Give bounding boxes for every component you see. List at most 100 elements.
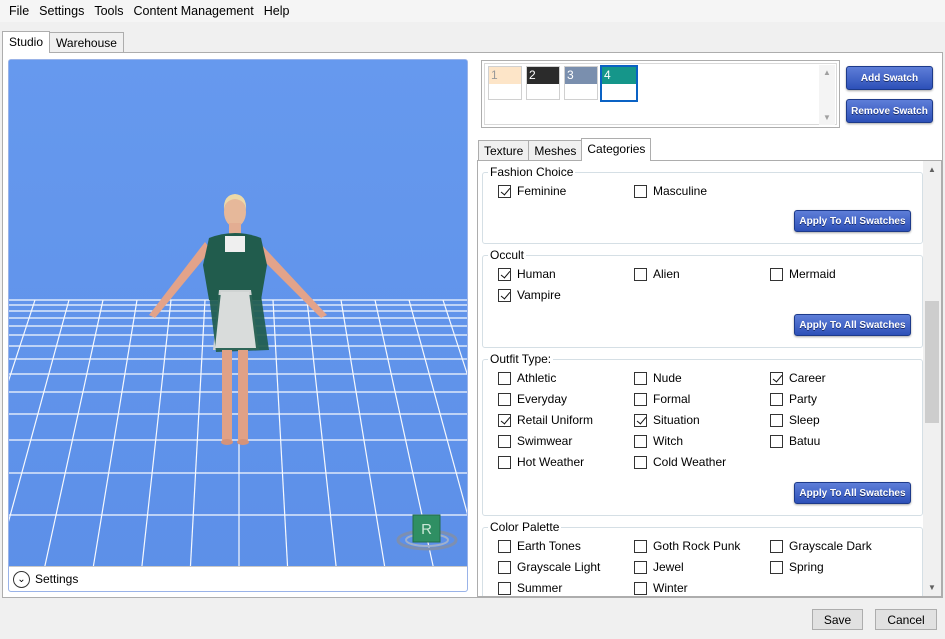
checkbox-athletic[interactable]: Athletic xyxy=(498,371,556,385)
swatch-number: 3 xyxy=(567,68,574,82)
checkbox-feminine[interactable]: Feminine xyxy=(498,184,566,198)
apply-all-swatches-button[interactable]: Apply To All Swatches xyxy=(794,482,911,504)
swatch-4[interactable]: 4 xyxy=(600,65,638,102)
group-title: Occult xyxy=(488,248,527,262)
checkbox-winter[interactable]: Winter xyxy=(634,581,688,595)
checkbox-box[interactable] xyxy=(498,392,511,406)
checkbox-box[interactable] xyxy=(498,455,511,469)
3d-viewport[interactable]: R ⌄ Settings xyxy=(8,59,468,592)
checkbox-box[interactable] xyxy=(634,581,647,595)
checkbox-box[interactable] xyxy=(498,413,511,427)
checkbox-formal[interactable]: Formal xyxy=(634,392,690,406)
checkbox-everyday[interactable]: Everyday xyxy=(498,392,567,406)
menu-content-management[interactable]: Content Management xyxy=(129,1,259,21)
checkbox-sleep[interactable]: Sleep xyxy=(770,413,820,427)
menu-file[interactable]: File xyxy=(4,1,34,21)
checkbox-box[interactable] xyxy=(634,434,647,448)
apply-all-swatches-button[interactable]: Apply To All Swatches xyxy=(794,210,911,232)
scroll-up-icon[interactable]: ▲ xyxy=(823,68,831,77)
apply-all-swatches-button[interactable]: Apply To All Swatches xyxy=(794,314,911,336)
checkbox-box[interactable] xyxy=(770,434,783,448)
swatch-scrollbar[interactable]: ▲ ▼ xyxy=(819,65,835,125)
checkbox-alien[interactable]: Alien xyxy=(634,267,680,281)
checkbox-box[interactable] xyxy=(634,455,647,469)
tab-studio[interactable]: Studio xyxy=(2,31,51,53)
menu-help[interactable]: Help xyxy=(259,1,295,21)
checkbox-box[interactable] xyxy=(634,539,647,553)
checkbox-box[interactable] xyxy=(498,434,511,448)
chevron-down-icon[interactable]: ⌄ xyxy=(13,570,30,588)
save-button[interactable]: Save xyxy=(812,609,863,630)
remove-swatch-button[interactable]: Remove Swatch xyxy=(846,99,933,123)
checkbox-box[interactable] xyxy=(498,539,511,553)
tab-texture[interactable]: Texture xyxy=(478,140,530,161)
checkbox-box[interactable] xyxy=(634,267,647,281)
checkbox-summer[interactable]: Summer xyxy=(498,581,562,595)
checkbox-box[interactable] xyxy=(770,392,783,406)
checkbox-grayscale-light[interactable]: Grayscale Light xyxy=(498,560,600,574)
checkbox-label: Feminine xyxy=(517,184,567,198)
checkbox-box[interactable] xyxy=(770,371,783,385)
checkbox-spring[interactable]: Spring xyxy=(770,560,824,574)
checkbox-grayscale-dark[interactable]: Grayscale Dark xyxy=(770,539,872,553)
checkbox-label: Retail Uniform xyxy=(517,413,594,427)
checkbox-box[interactable] xyxy=(498,184,511,198)
scroll-down-icon[interactable]: ▼ xyxy=(823,113,831,122)
tab-warehouse[interactable]: Warehouse xyxy=(49,32,124,53)
checkbox-batuu[interactable]: Batuu xyxy=(770,434,820,448)
checkbox-label: Grayscale Dark xyxy=(789,539,872,553)
checkbox-box[interactable] xyxy=(498,371,511,385)
checkbox-mermaid[interactable]: Mermaid xyxy=(770,267,836,281)
group-title: Outfit Type: xyxy=(488,352,554,366)
checkbox-witch[interactable]: Witch xyxy=(634,434,683,448)
viewport-settings-expander[interactable]: ⌄ Settings xyxy=(9,566,467,591)
swatch-2[interactable]: 2 xyxy=(526,66,560,100)
checkbox-box[interactable] xyxy=(498,267,511,281)
checkbox-label: Cold Weather xyxy=(653,455,727,469)
swatch-1[interactable]: 1 xyxy=(488,66,522,100)
scrollbar-thumb[interactable] xyxy=(925,301,939,423)
checkbox-jewel[interactable]: Jewel xyxy=(634,560,684,574)
checkbox-nude[interactable]: Nude xyxy=(634,371,682,385)
checkbox-box[interactable] xyxy=(770,560,783,574)
checkbox-party[interactable]: Party xyxy=(770,392,817,406)
checkbox-box[interactable] xyxy=(498,581,511,595)
checkbox-earth-tones[interactable]: Earth Tones xyxy=(498,539,581,553)
checkbox-human[interactable]: Human xyxy=(498,267,556,281)
checkbox-box[interactable] xyxy=(634,371,647,385)
checkbox-box[interactable] xyxy=(498,560,511,574)
checkbox-box[interactable] xyxy=(634,560,647,574)
categories-scrollbar[interactable]: ▲ ▼ xyxy=(923,161,941,596)
checkbox-career[interactable]: Career xyxy=(770,371,826,385)
checkbox-situation[interactable]: Situation xyxy=(634,413,700,427)
checkbox-box[interactable] xyxy=(770,539,783,553)
checkbox-box[interactable] xyxy=(634,413,647,427)
swatch-number: 4 xyxy=(604,68,611,82)
scroll-down-icon[interactable]: ▼ xyxy=(928,583,936,592)
checkbox-vampire[interactable]: Vampire xyxy=(498,288,561,302)
checkbox-box[interactable] xyxy=(770,267,783,281)
checkbox-label: Spring xyxy=(789,560,824,574)
menu-settings[interactable]: Settings xyxy=(34,1,89,21)
checkbox-label: Grayscale Light xyxy=(517,560,601,574)
swatch-number: 2 xyxy=(529,68,536,82)
swatch-3[interactable]: 3 xyxy=(564,66,598,100)
checkbox-hot-weather[interactable]: Hot Weather xyxy=(498,455,584,469)
checkbox-masculine[interactable]: Masculine xyxy=(634,184,707,198)
checkbox-box[interactable] xyxy=(634,392,647,406)
checkbox-goth-rock-punk[interactable]: Goth Rock Punk xyxy=(634,539,740,553)
checkbox-swimwear[interactable]: Swimwear xyxy=(498,434,572,448)
checkbox-retail-uniform[interactable]: Retail Uniform xyxy=(498,413,593,427)
checkbox-box[interactable] xyxy=(770,413,783,427)
scroll-up-icon[interactable]: ▲ xyxy=(928,165,936,174)
group-title: Color Palette xyxy=(488,520,562,534)
checkbox-cold-weather[interactable]: Cold Weather xyxy=(634,455,726,469)
checkbox-box[interactable] xyxy=(498,288,511,302)
tab-meshes[interactable]: Meshes xyxy=(528,140,583,161)
tab-categories[interactable]: Categories xyxy=(581,138,652,161)
menu-tools[interactable]: Tools xyxy=(89,1,128,21)
checkbox-box[interactable] xyxy=(634,184,647,198)
add-swatch-button[interactable]: Add Swatch xyxy=(846,66,933,90)
cancel-button[interactable]: Cancel xyxy=(875,609,937,630)
editor-tabs: Texture Meshes Categories xyxy=(478,138,652,161)
